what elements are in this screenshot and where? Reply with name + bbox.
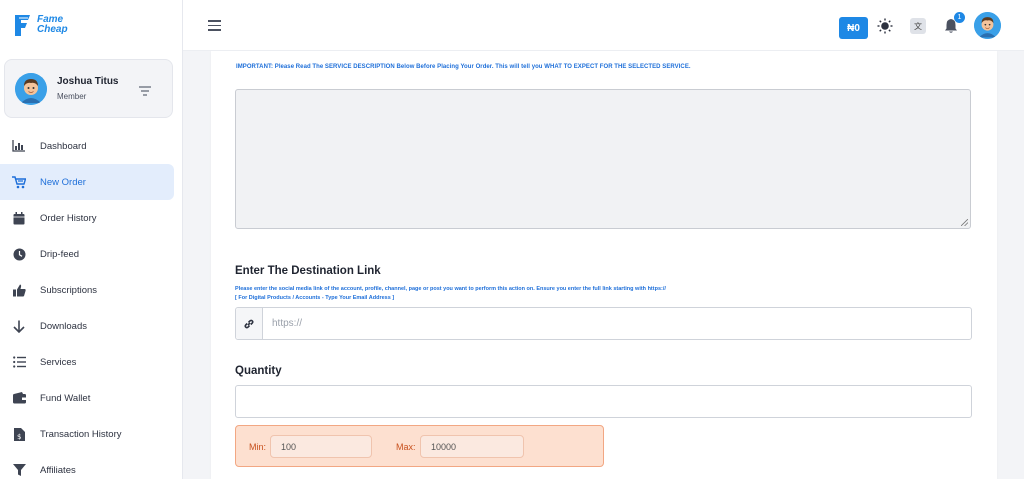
sun-icon[interactable]: [877, 18, 893, 34]
clock-icon: [12, 247, 26, 261]
destination-link-group: [235, 307, 972, 340]
quantity-title: Quantity: [235, 365, 282, 377]
sidebar-item-dashboard[interactable]: Dashboard: [0, 128, 174, 164]
min-label: Min:: [249, 442, 267, 452]
min-value: 100: [270, 435, 372, 458]
translate-icon[interactable]: 文: [910, 18, 926, 34]
sidebar-item-label: Affiliates: [40, 464, 76, 476]
sidebar-item-new-order[interactable]: New Order: [0, 164, 174, 200]
sidebar-nav: Dashboard New Order Order History Drip-f…: [0, 128, 182, 479]
quantity-input[interactable]: [235, 385, 972, 418]
sidebar-item-subscriptions[interactable]: Subscriptions: [0, 272, 174, 308]
destination-link-title: Enter The Destination Link: [235, 265, 381, 277]
cart-icon: [12, 175, 26, 189]
sidebar-item-drip-feed[interactable]: Drip-feed: [0, 236, 174, 272]
sidebar-item-label: New Order: [40, 176, 86, 188]
brand-name: Fame Cheap: [37, 15, 68, 35]
sidebar-item-label: Transaction History: [40, 428, 122, 440]
sidebar-item-label: Services: [40, 356, 77, 368]
destination-link-help: Please enter the social media link of th…: [235, 285, 666, 303]
sidebar-item-downloads[interactable]: Downloads: [0, 308, 174, 344]
service-description-box[interactable]: [235, 89, 971, 229]
filter-icon[interactable]: [138, 84, 152, 96]
new-order-form-card: IMPORTANT: Please Read The SERVICE DESCR…: [211, 51, 997, 479]
sidebar-item-label: Dashboard: [40, 140, 87, 152]
destination-link-input[interactable]: [263, 308, 971, 339]
header-avatar[interactable]: [974, 12, 1001, 39]
sidebar-item-label: Downloads: [40, 320, 87, 332]
brand-line2: Cheap: [37, 24, 68, 35]
sidebar-item-label: Subscriptions: [40, 284, 98, 296]
link-help-line: [ For Digital Products / Accounts - Type…: [235, 295, 395, 301]
max-label: Max:: [396, 442, 416, 452]
quantity-limits: Min: 100 Max: 10000: [235, 425, 604, 467]
max-value: 10000: [420, 435, 524, 458]
resize-handle-icon[interactable]: [961, 219, 968, 226]
sidebar-item-transaction-history[interactable]: $ Transaction History: [0, 416, 174, 452]
user-profile-card: Joshua Titus Member: [4, 59, 173, 118]
notification-badge: 1: [954, 12, 965, 23]
service-description-notice: IMPORTANT: Please Read The SERVICE DESCR…: [236, 64, 691, 70]
bar-chart-icon: [12, 139, 26, 153]
funnel-icon: [12, 463, 26, 477]
calendar-icon: [12, 211, 26, 225]
menu-icon[interactable]: [208, 20, 221, 31]
sidebar-item-services[interactable]: Services: [0, 344, 174, 380]
link-help-line: Please enter the social media link of th…: [235, 286, 666, 292]
svg-text:$: $: [17, 433, 21, 441]
brand-logo[interactable]: Fame Cheap: [12, 12, 68, 38]
sidebar-item-label: Fund Wallet: [40, 392, 91, 404]
avatar[interactable]: [15, 73, 47, 105]
wallet-icon: [12, 391, 26, 405]
sidebar-item-fund-wallet[interactable]: Fund Wallet: [0, 380, 174, 416]
link-icon: [236, 308, 263, 339]
sidebar-item-order-history[interactable]: Order History: [0, 200, 174, 236]
sidebar-item-label: Order History: [40, 212, 97, 224]
sidebar: Fame Cheap Joshua Titus Member Dashboard…: [0, 0, 183, 479]
sidebar-item-affiliates[interactable]: Affiliates: [0, 452, 174, 479]
arrow-down-icon: [12, 319, 26, 333]
user-name: Joshua Titus: [57, 76, 119, 87]
wallet-balance-button[interactable]: ₦0: [839, 17, 868, 39]
user-role: Member: [57, 92, 87, 101]
top-header: ₦0 文 1: [183, 0, 1024, 51]
logo-icon: [12, 12, 34, 38]
list-icon: [12, 355, 26, 369]
thumbs-up-icon: [12, 283, 26, 297]
receipt-icon: $: [12, 427, 26, 441]
sidebar-item-label: Drip-feed: [40, 248, 80, 260]
